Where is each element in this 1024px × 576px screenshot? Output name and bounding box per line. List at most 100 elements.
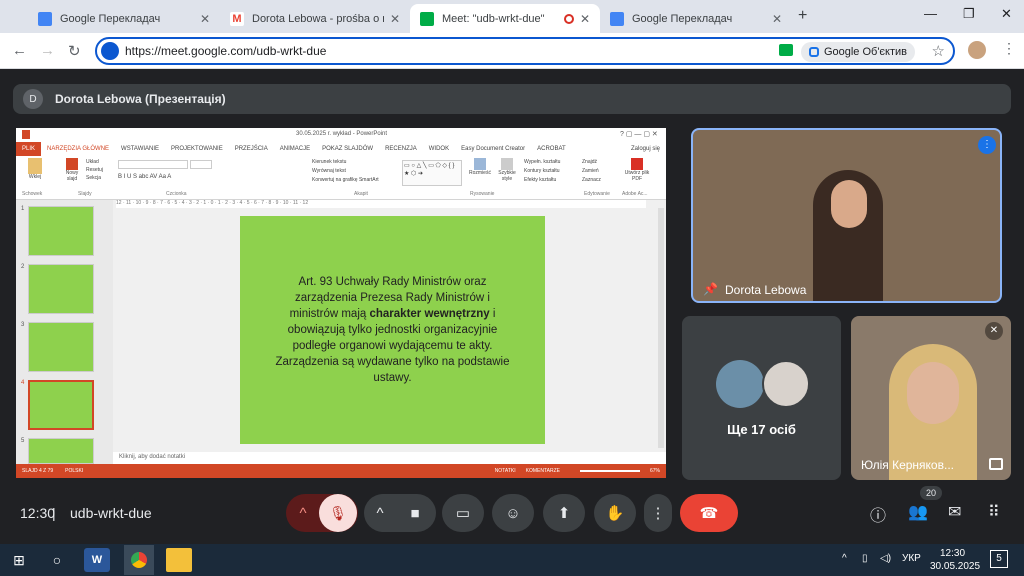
ppt-tab-transitions[interactable]: PRZEJŚCIA: [229, 146, 274, 152]
close-icon[interactable]: ✕: [772, 12, 782, 26]
minimize-button[interactable]: —: [924, 6, 937, 21]
new-slide-button[interactable]: Nowy slajd: [60, 158, 84, 190]
pin-icon[interactable]: 📌: [703, 282, 718, 296]
ppt-tab-insert[interactable]: WSTAWIANIE: [115, 146, 165, 152]
paste-button[interactable]: Wklej: [20, 158, 50, 190]
slide-thumbnail[interactable]: [28, 264, 94, 314]
smartart-button[interactable]: Konwertuj na grafikę SmartArt: [312, 176, 379, 185]
ppt-tab-slideshow[interactable]: POKAZ SLAJDÓW: [316, 146, 379, 152]
camera-options-chevron-icon[interactable]: ^: [365, 505, 395, 522]
shape-effects-button[interactable]: Efekty kształtu: [524, 176, 560, 185]
chat-icon[interactable]: ✉: [948, 502, 961, 522]
ppt-tab-review[interactable]: RECENZJA: [379, 146, 423, 152]
tab-gmail[interactable]: M Dorota Lebowa - prośba o możl ✕: [220, 4, 410, 33]
raise-hand-button[interactable]: ✋: [594, 494, 636, 532]
mic-off-button[interactable]: 🎙: [319, 494, 357, 532]
camera-button[interactable]: ■: [395, 505, 435, 522]
zoom-slider[interactable]: [579, 470, 640, 472]
profile-avatar[interactable]: [968, 41, 986, 59]
url-text[interactable]: https://meet.google.com/udb-wrkt-due: [125, 44, 326, 58]
replace-button[interactable]: Zamień: [582, 167, 601, 176]
editing-buttons: Znajdź Zamień Zaznacz: [582, 158, 601, 190]
reload-icon[interactable]: ↻: [68, 42, 81, 60]
others-tile[interactable]: Ще 17 осіб: [682, 316, 841, 480]
network-icon[interactable]: ▯: [862, 553, 868, 564]
google-lens-button[interactable]: Google Об'єктив: [800, 42, 915, 62]
select-button[interactable]: Zaznacz: [582, 176, 601, 185]
leave-call-button[interactable]: ☎: [680, 494, 738, 532]
clock-date[interactable]: 30.05.2025: [930, 561, 980, 572]
notification-center-icon[interactable]: 5: [990, 550, 1008, 568]
tab-meet[interactable]: Meet: "udb-wrkt-due" ✕: [410, 4, 600, 33]
status-comments-button[interactable]: KOMENTARZE: [526, 468, 560, 474]
participant-tile-3[interactable]: ✕ Юлія Керняков...: [851, 316, 1011, 480]
chrome-icon[interactable]: [124, 545, 154, 575]
file-explorer-icon[interactable]: [166, 548, 192, 572]
more-options-button[interactable]: ⋮: [644, 494, 672, 532]
activities-icon[interactable]: ⠿: [988, 502, 1000, 522]
arrange-button[interactable]: Rozmieść: [468, 158, 492, 190]
clock-time[interactable]: 12:30: [940, 548, 965, 559]
shape-outline-button[interactable]: Kontury kształtu: [524, 167, 560, 176]
tray-chevron-icon[interactable]: ^: [842, 553, 847, 564]
slide-thumbnail-selected[interactable]: [28, 380, 94, 430]
create-pdf-button[interactable]: Utwórz plik PDF: [622, 158, 652, 190]
present-button[interactable]: ⬆: [543, 494, 585, 532]
restore-button[interactable]: ❐: [963, 6, 975, 22]
shape-fill-button[interactable]: Wypełn. kształtu: [524, 158, 560, 167]
word-icon[interactable]: W: [84, 548, 110, 572]
address-bar[interactable]: https://meet.google.com/udb-wrkt-due Goo…: [95, 37, 955, 65]
tab-google-translate-2[interactable]: Google Перекладач ✕: [600, 4, 792, 33]
ppt-tab-design[interactable]: PROJEKTOWANIE: [165, 146, 229, 152]
close-window-button[interactable]: ✕: [1001, 6, 1012, 22]
font-size-box[interactable]: [190, 160, 212, 169]
new-tab-button[interactable]: +: [798, 7, 807, 25]
status-notes-button[interactable]: NOTATKI: [495, 468, 516, 474]
quick-styles-button[interactable]: Szybkie style: [494, 158, 520, 190]
close-icon[interactable]: ✕: [200, 12, 210, 26]
slide-scrollbar[interactable]: [658, 208, 664, 448]
pip-icon[interactable]: [989, 458, 1003, 470]
close-icon[interactable]: ✕: [390, 12, 400, 26]
ppt-tab-easy-doc[interactable]: Easy Document Creator: [455, 146, 531, 152]
participant-tile-main[interactable]: ⋮ 📌 Dorota Lebowa: [691, 128, 1002, 303]
section-button[interactable]: Sekcja: [86, 174, 103, 182]
slide-thumbnail[interactable]: [28, 322, 94, 372]
tab-google-translate-1[interactable]: Google Перекладач ✕: [28, 4, 220, 33]
mic-options-chevron-icon[interactable]: ^: [287, 505, 319, 522]
find-button[interactable]: Znajdź: [582, 158, 601, 167]
font-name-box[interactable]: [118, 160, 188, 169]
align-text-button[interactable]: Wyrównaj tekst: [312, 167, 379, 176]
reset-button[interactable]: Resetuj: [86, 166, 103, 174]
keyboard-language[interactable]: УКР: [902, 553, 921, 564]
text-direction-button[interactable]: Kierunek tekstu: [312, 158, 379, 167]
ppt-login[interactable]: Zaloguj się: [625, 146, 666, 152]
meet-pip-icon[interactable]: [779, 44, 793, 56]
windows-start-icon[interactable]: ⊞: [6, 548, 32, 572]
menu-icon[interactable]: ⋮: [1002, 40, 1016, 57]
ppt-tab-animations[interactable]: ANIMACJE: [274, 146, 316, 152]
ppt-tab-acrobat[interactable]: ACROBAT: [531, 146, 572, 152]
reactions-button[interactable]: ☺: [492, 494, 534, 532]
notes-pane[interactable]: Kliknij, aby dodać notatki: [113, 452, 666, 464]
forward-icon[interactable]: →: [40, 42, 55, 59]
ppt-tab-file[interactable]: PLIK: [16, 142, 42, 156]
info-icon[interactable]: ⓘ: [870, 502, 886, 526]
close-icon[interactable]: ✕: [580, 12, 590, 26]
people-icon[interactable]: 👥: [908, 502, 928, 522]
bookmark-star-icon[interactable]: ☆: [932, 42, 945, 60]
font-format-buttons[interactable]: B I U S abc AV Aa A: [118, 174, 171, 180]
back-icon[interactable]: ←: [12, 42, 27, 59]
layout-button[interactable]: Układ: [86, 158, 103, 166]
ppt-tab-home[interactable]: NARZĘDZIA GŁÓWNE: [41, 146, 115, 152]
lens-label: Google Об'єктив: [823, 46, 907, 58]
ppt-tab-view[interactable]: WIDOK: [423, 146, 455, 152]
search-icon[interactable]: ○: [44, 548, 70, 572]
slide-thumbnail[interactable]: [28, 206, 94, 256]
site-info-icon[interactable]: [101, 42, 119, 60]
captions-button[interactable]: ▭: [442, 494, 484, 532]
volume-icon[interactable]: ◁): [880, 553, 891, 564]
current-slide[interactable]: Art. 93 Uchwały Rady Ministrów oraz zarz…: [240, 216, 545, 444]
shapes-gallery[interactable]: ▭ ○ △ ╲ ▭ ⬠ ◇ { } ★ ⬡ ➔: [402, 160, 462, 186]
slide-thumbnail[interactable]: [28, 438, 94, 464]
